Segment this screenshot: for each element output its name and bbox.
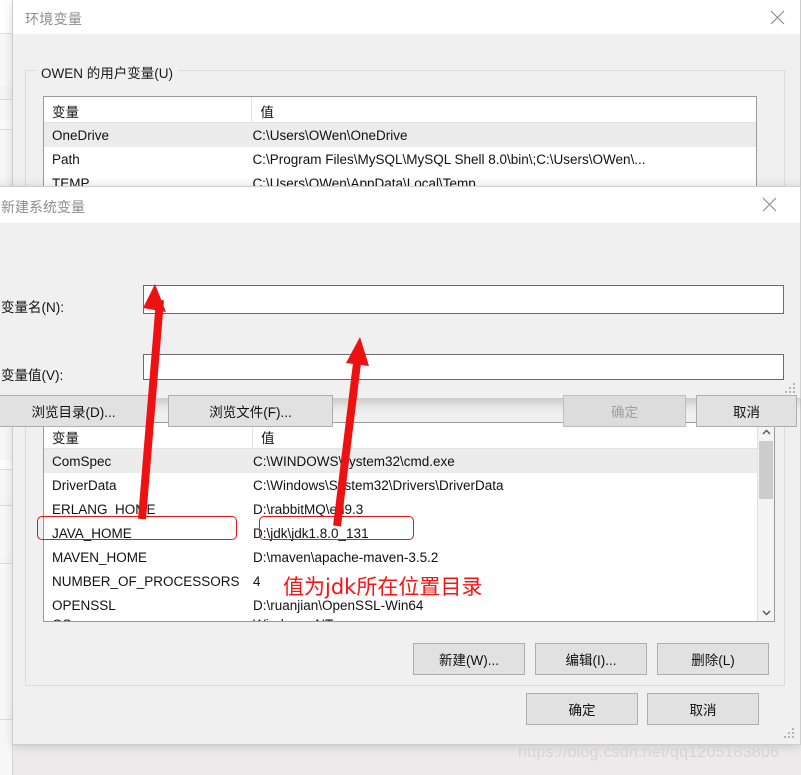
new-dialog-cancel-label: 取消 — [733, 405, 760, 420]
sys-row-5-name: NUMBER_OF_PROCESSORS — [52, 573, 240, 589]
browse-directory-button[interactable]: 浏览目录(D)... — [0, 395, 151, 427]
table-row[interactable]: ComSpec C:\WINDOWS\system32\cmd.exe — [44, 449, 759, 473]
new-dialog-cancel-button[interactable]: 取消 — [696, 395, 797, 427]
env-cancel-button[interactable]: 取消 — [647, 693, 759, 725]
new-system-variable-button[interactable]: 新建(W)... — [413, 643, 525, 675]
variable-name-input[interactable] — [143, 285, 784, 314]
system-table-rows: ComSpec C:\WINDOWS\system32\cmd.exe Driv… — [44, 449, 759, 621]
new-dialog-ok-label: 确定 — [611, 405, 638, 420]
user-table-rows: OneDrive C:\Users\OWen\OneDrive Path C:\… — [44, 123, 756, 187]
table-row[interactable]: OPENSSL D:\ruanjian\OpenSSL-Win64 — [44, 593, 759, 617]
new-dialog-body: 变量名(N): 变量值(V): 浏览目录(D)... 浏览文件(F)... 确定… — [0, 223, 800, 427]
table-row[interactable]: OneDrive C:\Users\OWen\OneDrive — [44, 123, 756, 147]
sys-row-0-name: ComSpec — [52, 453, 112, 469]
new-dialog-title: 新建系统变量 — [1, 199, 85, 215]
screen: 环境变量 OWEN 的用户变量(U) 变量 值 OneDrive C:\User… — [0, 0, 801, 775]
sys-row-1-value: C:\Windows\System32\Drivers\DriverData — [253, 477, 504, 493]
sys-row-1-name: DriverData — [52, 477, 117, 493]
env-ok-button[interactable]: 确定 — [526, 693, 638, 725]
resize-grip[interactable] — [785, 383, 797, 395]
variable-value-input[interactable] — [143, 354, 784, 380]
table-row[interactable]: Path C:\Program Files\MySQL\MySQL Shell … — [44, 147, 756, 171]
table-row[interactable]: NUMBER_OF_PROCESSORS 4 — [44, 569, 759, 593]
user-col-value: 值 — [260, 105, 274, 120]
edit-system-variable-button[interactable]: 编辑(I)... — [535, 643, 647, 675]
table-row[interactable]: DriverData C:\Windows\System32\Drivers\D… — [44, 473, 759, 497]
env-window-titlebar: 环境变量 — [13, 0, 800, 35]
user-col-variable: 变量 — [44, 97, 253, 122]
browse-file-label: 浏览文件(F)... — [209, 405, 292, 420]
chevron-down-icon[interactable] — [758, 604, 774, 621]
new-dialog-ok-button[interactable]: 确定 — [563, 395, 686, 427]
user-table-header: 变量 值 — [44, 97, 756, 123]
sys-row-3-name: JAVA_HOME — [52, 525, 132, 541]
delete-system-variable-button[interactable]: 删除(L) — [657, 643, 769, 675]
env-ok-label: 确定 — [568, 703, 596, 718]
close-icon[interactable] — [754, 0, 800, 35]
system-table-scrollbar[interactable] — [757, 423, 774, 621]
user-variables-legend: OWEN 的用户变量(U) — [36, 62, 178, 82]
delete-button-label: 删除(L) — [691, 653, 735, 668]
edit-button-label: 编辑(I)... — [565, 653, 617, 668]
new-dialog-titlebar: 新建系统变量 — [0, 187, 800, 223]
sys-row-2-value: D:\rabbitMQ\erl9.3 — [253, 501, 364, 517]
sys-row-0-value: C:\WINDOWS\system32\cmd.exe — [253, 453, 455, 469]
user-row-0-value: C:\Users\OWen\OneDrive — [252, 127, 408, 143]
table-row[interactable]: ERLANG_HOME D:\rabbitMQ\erl9.3 — [44, 497, 759, 521]
system-variables-table[interactable]: 变量 值 ComSpec C:\WINDOWS\system32\cmd.exe… — [43, 422, 775, 622]
sys-row-7-value: Windows_NT — [253, 617, 759, 621]
user-row-0-name: OneDrive — [52, 127, 110, 143]
sys-row-5-value: 4 — [253, 573, 261, 589]
table-row[interactable]: JAVA_HOME D:\jdk\jdk1.8.0_131 — [44, 521, 759, 545]
table-row[interactable]: OS Windows_NT — [44, 617, 759, 621]
variable-value-label: 变量值(V): — [1, 368, 64, 383]
sys-row-3-value: D:\jdk\jdk1.8.0_131 — [253, 525, 369, 541]
new-system-variable-dialog: 新建系统变量 变量名(N): 变量值(V): 浏览目录(D)... 浏览文件(F… — [0, 186, 801, 427]
user-row-1-value: C:\Program Files\MySQL\MySQL Shell 8.0\b… — [252, 151, 646, 167]
variable-name-label: 变量名(N): — [1, 300, 64, 315]
sys-row-4-value: D:\maven\apache-maven-3.5.2 — [253, 549, 439, 565]
resize-grip[interactable] — [784, 728, 796, 740]
sys-row-4-name: MAVEN_HOME — [52, 549, 148, 565]
env-window-title: 环境变量 — [25, 11, 83, 27]
sys-row-7-name: OS — [44, 617, 253, 621]
sys-row-6-value: D:\ruanjian\OpenSSL-Win64 — [253, 597, 424, 613]
scrollbar-thumb[interactable] — [759, 441, 773, 499]
sys-row-2-name: ERLANG_HOME — [52, 501, 156, 517]
browse-file-button[interactable]: 浏览文件(F)... — [168, 395, 333, 427]
close-icon[interactable] — [746, 187, 792, 222]
table-row[interactable]: MAVEN_HOME D:\maven\apache-maven-3.5.2 — [44, 545, 759, 569]
sys-row-6-name: OPENSSL — [52, 597, 116, 613]
user-row-1-name: Path — [52, 151, 80, 167]
new-button-label: 新建(W)... — [439, 653, 499, 668]
browse-directory-label: 浏览目录(D)... — [31, 405, 116, 420]
user-variables-table[interactable]: 变量 值 OneDrive C:\Users\OWen\OneDrive Pat… — [43, 96, 757, 188]
env-cancel-label: 取消 — [689, 703, 717, 718]
